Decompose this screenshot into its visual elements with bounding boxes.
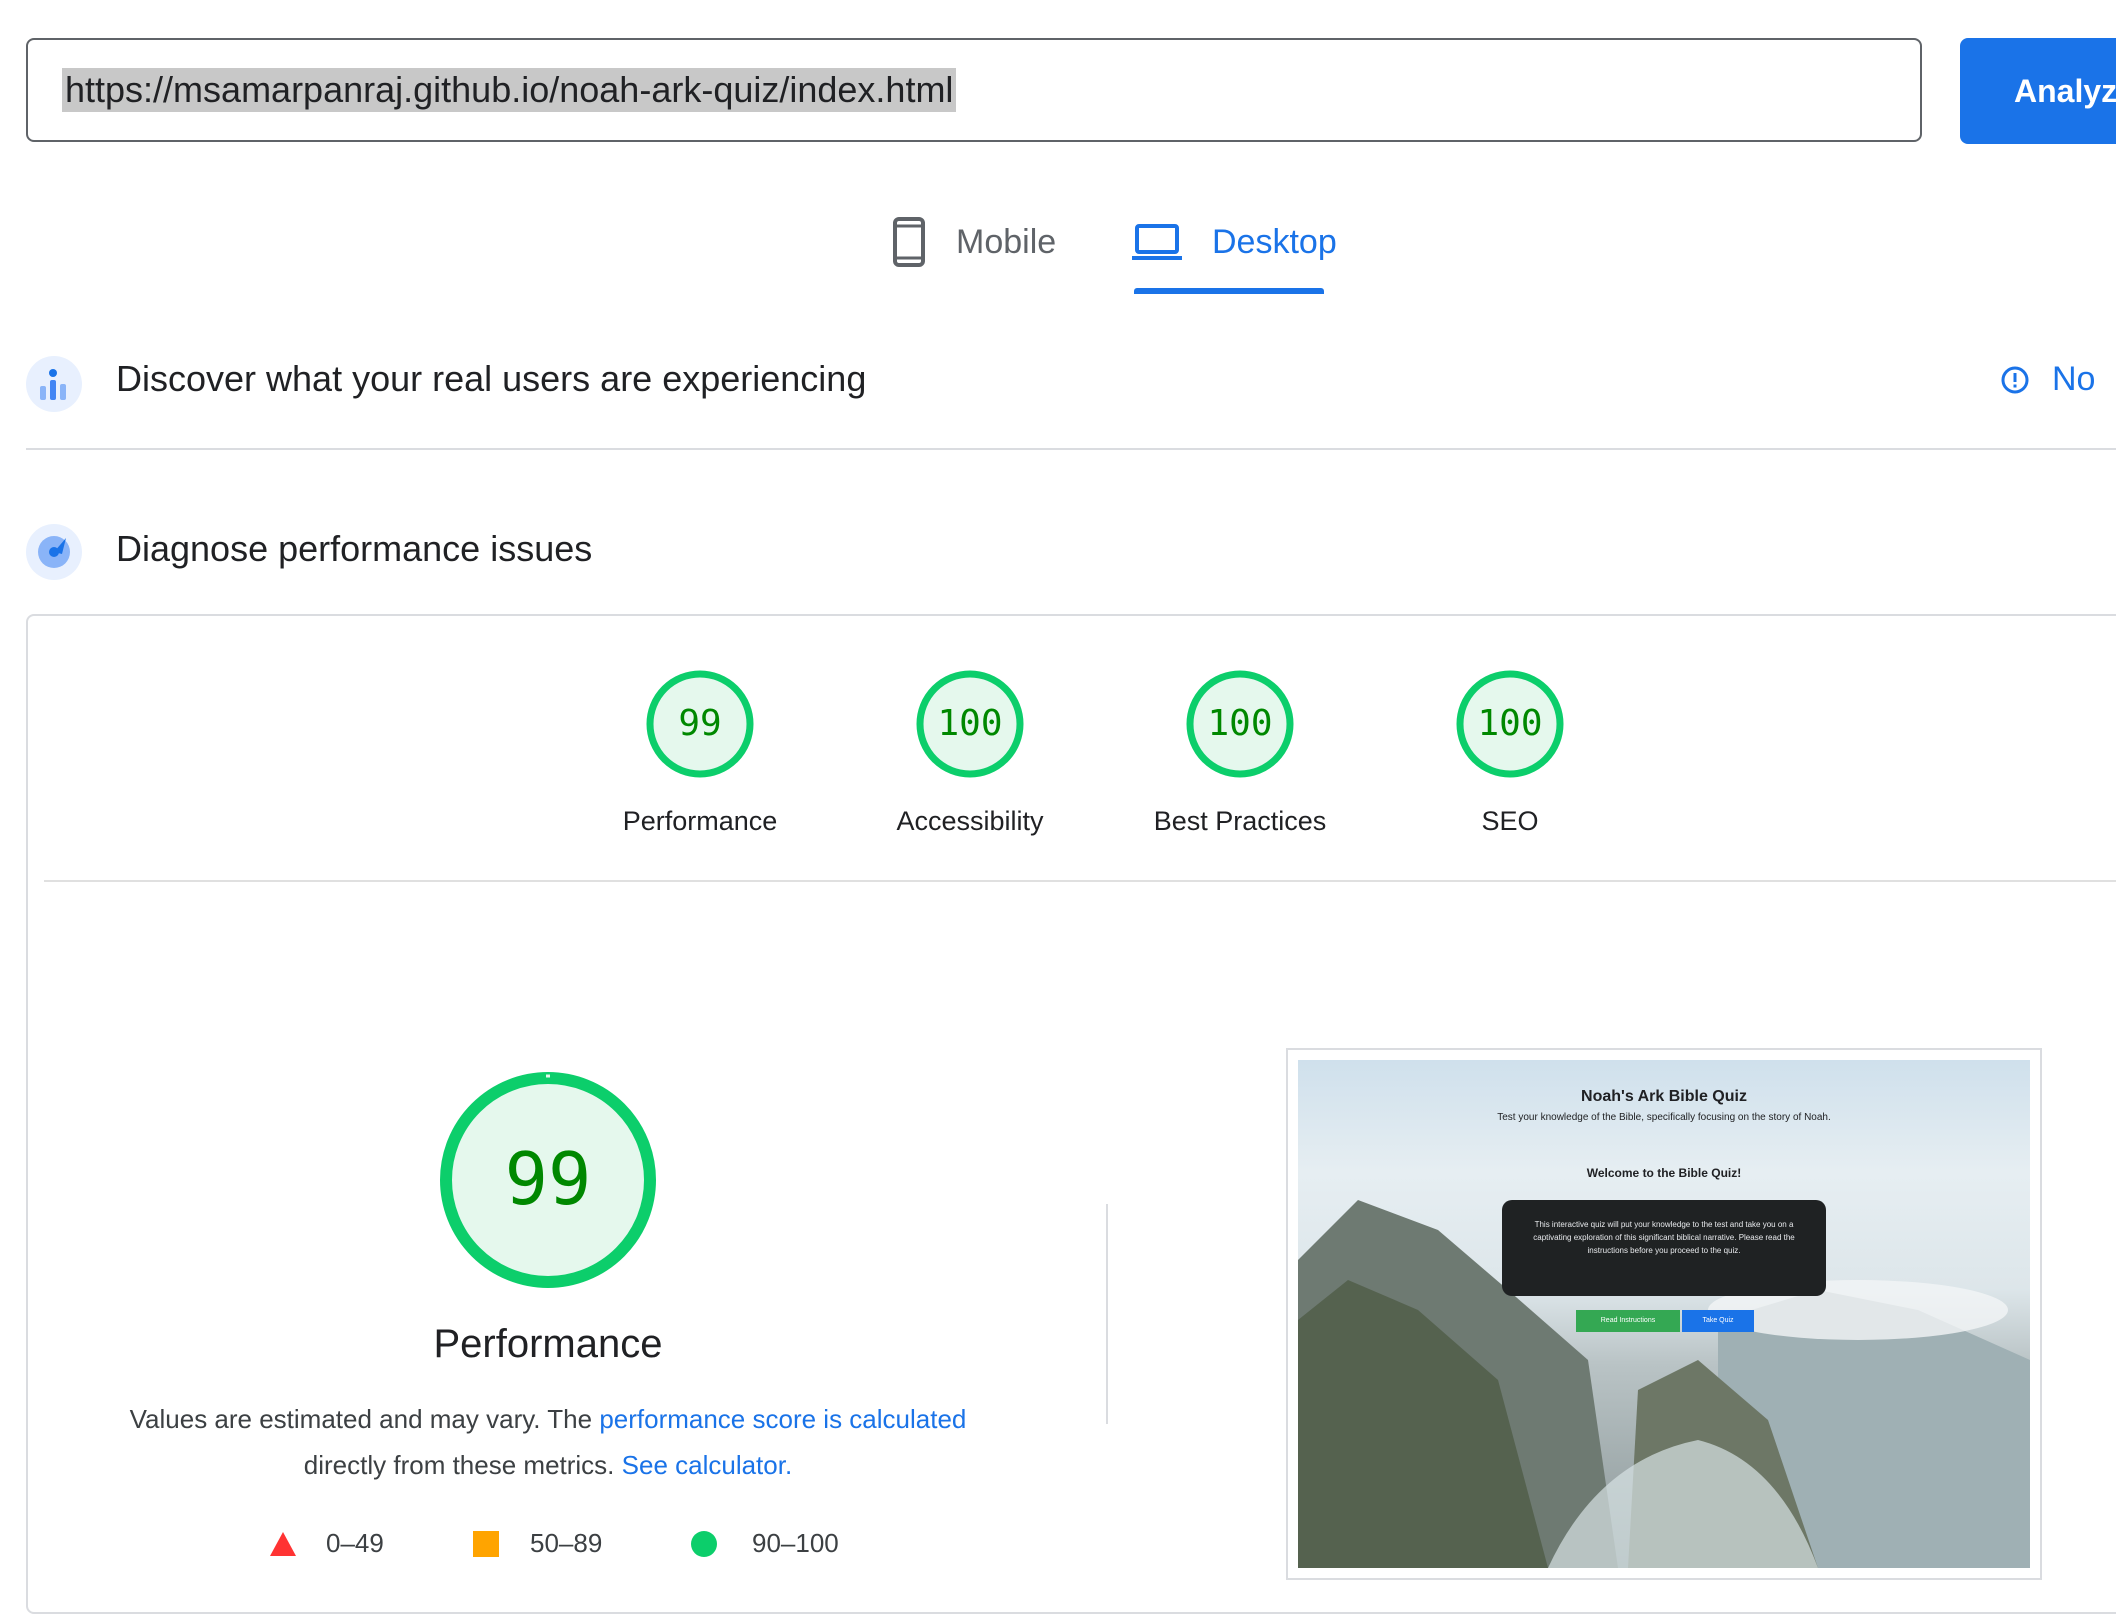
screenshot-take-quiz-button: Take Quiz [1682,1310,1754,1332]
gauge-score: 100 [937,703,1002,744]
screenshot-title: Noah's Ark Bible Quiz [1581,1088,1747,1105]
page-screenshot-frame[interactable]: Noah's Ark Bible Quiz Test your knowledg… [1286,1048,2042,1580]
performance-gauge-large: 99 [438,1070,658,1295]
no-data-info-link[interactable]: No [2000,360,2095,399]
score-calculated-link[interactable]: performance score is calculated [599,1404,966,1434]
square-icon [473,1530,499,1557]
url-input-value: https://msamarpanraj.github.io/noah-ark-… [62,68,957,112]
url-input[interactable]: https://msamarpanraj.github.io/noah-ark-… [26,38,1922,142]
performance-score: 99 [505,1137,592,1221]
score-gauge: 100 [1186,670,1294,778]
info-icon [2001,366,2029,393]
see-calculator-link[interactable]: See calculator. [622,1450,793,1480]
performance-title: Performance [433,1322,663,1366]
legend-fail: 0–49 [268,1528,384,1559]
tab-selected-indicator [1134,288,1324,294]
gauge-accessibility[interactable]: 100 Accessibility [840,668,1100,837]
gauge-label: Accessibility [896,806,1044,836]
vertical-divider [1106,1204,1108,1424]
gauge-label: Best Practices [1153,806,1327,836]
legend-label: 90–100 [752,1528,839,1558]
gauge-score: 100 [1477,703,1542,744]
circle-icon [691,1530,717,1557]
screenshot-intro-box: This interactive quiz will put your know… [1502,1200,1826,1296]
description-text: directly from these metrics. [303,1450,622,1480]
section-divider [26,448,2116,450]
gauge-label: Performance [622,806,778,836]
info-link-label: No [2052,360,2096,398]
performance-description: Values are estimated and may vary. The p… [90,1396,1006,1488]
laptop-icon [1132,224,1182,260]
gauges-divider [44,880,2116,882]
score-gauge: 100 [916,670,1024,778]
phone-icon [893,217,925,267]
legend-average: 50–89 [472,1528,602,1559]
diagnose-section-title: Diagnose performance issues [116,528,593,569]
analyze-button[interactable]: Analyze [1960,38,2116,144]
tab-mobile[interactable]: Mobile [892,212,1056,272]
gauge-seo[interactable]: 100 SEO [1380,668,1640,837]
score-gauge: 99 [646,670,754,778]
legend-pass: 90–100 [690,1528,839,1559]
screenshot-subtitle: Test your knowledge of the Bible, specif… [1497,1112,1831,1123]
screenshot-welcome: Welcome to the Bible Quiz! [1586,1166,1742,1180]
gauge-label: SEO [1481,806,1539,836]
triangle-icon [270,1531,296,1556]
legend-label: 0–49 [326,1528,384,1558]
tab-desktop-label: Desktop [1212,222,1337,261]
page-screenshot: Noah's Ark Bible Quiz Test your knowledg… [1298,1060,2030,1568]
users-chart-icon [26,356,82,417]
score-gauge: 100 [1456,670,1564,778]
gauge-best-practices[interactable]: 100 Best Practices [1110,668,1370,837]
gauge-score: 99 [678,703,721,744]
legend-label: 50–89 [530,1528,603,1558]
gauge-performance[interactable]: 99 Performance [570,668,830,837]
diagnose-icon [26,524,82,585]
tab-desktop[interactable]: Desktop [1132,212,1337,272]
tab-mobile-label: Mobile [956,222,1057,261]
gauge-score: 100 [1207,703,1272,744]
description-text: Values are estimated and may vary. The [129,1404,600,1434]
crux-section-title: Discover what your real users are experi… [116,358,867,399]
screenshot-read-instructions-button: Read Instructions [1576,1310,1680,1332]
